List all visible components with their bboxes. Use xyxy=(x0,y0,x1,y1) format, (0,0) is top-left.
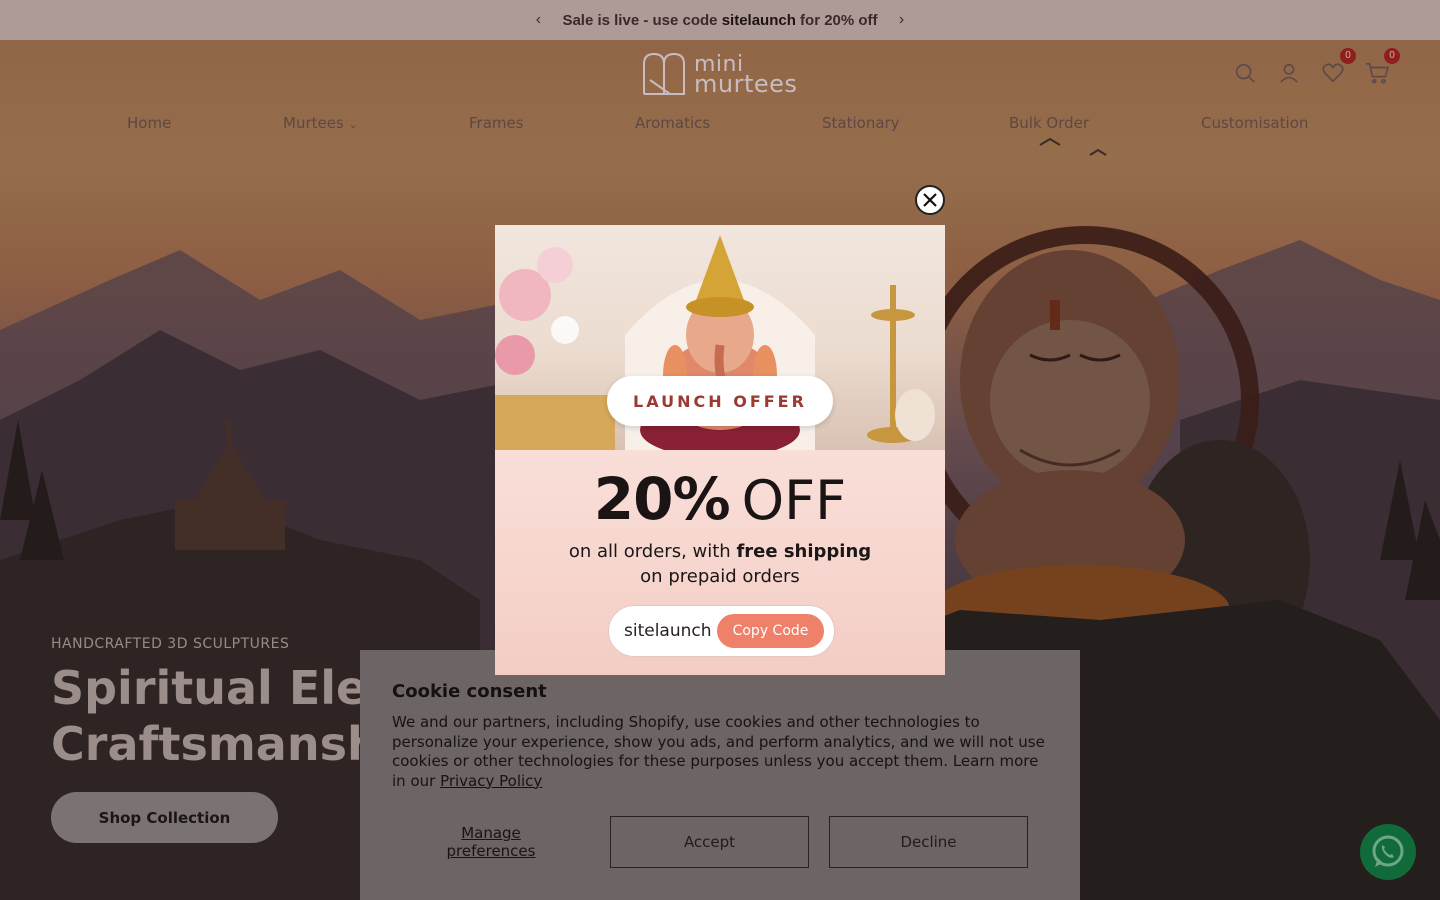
cart-icon xyxy=(1366,63,1389,84)
coupon-code-box: sitelaunch Copy Code xyxy=(608,605,835,657)
hero-eyebrow: HANDCRAFTED 3D SCULPTURES xyxy=(51,636,290,652)
announcement-text: Sale is live - use code sitelaunch for 2… xyxy=(562,11,878,29)
announcement-bar: ‹ Sale is live - use code sitelaunch for… xyxy=(0,0,1440,40)
brand-name-line2: murtees xyxy=(694,70,798,98)
whatsapp-icon xyxy=(1372,835,1404,867)
close-popup-button[interactable] xyxy=(915,185,945,215)
nav-item-stationary[interactable]: Stationary xyxy=(822,114,900,132)
cart-count-badge: 0 xyxy=(1384,48,1400,64)
nav-item-frames[interactable]: Frames xyxy=(469,114,524,132)
decline-button[interactable]: Decline xyxy=(829,816,1028,868)
wishlist-button[interactable]: 0 xyxy=(1320,48,1356,88)
header-actions: 0 0 xyxy=(1232,48,1400,88)
nav-item-customisation[interactable]: Customisation xyxy=(1201,114,1308,132)
chevron-down-icon: ⌄ xyxy=(348,118,358,131)
launch-offer-badge: LAUNCH OFFER xyxy=(607,376,833,426)
shop-collection-button[interactable]: Shop Collection xyxy=(51,792,278,843)
search-icon xyxy=(1235,63,1255,83)
accept-button[interactable]: Accept xyxy=(610,816,809,868)
cookie-title: Cookie consent xyxy=(392,681,547,702)
cart-button[interactable]: 0 xyxy=(1364,48,1400,88)
account-button[interactable] xyxy=(1276,58,1302,88)
chevron-left-icon[interactable]: ‹ xyxy=(518,11,558,29)
nav-item-murtees[interactable]: Murtees ⌄ xyxy=(283,114,358,132)
manage-preferences-link[interactable]: Manage preferences xyxy=(430,824,552,860)
nav-item-aromatics[interactable]: Aromatics xyxy=(635,114,710,132)
nav-item-murtees-label: Murtees xyxy=(283,114,344,132)
brand-logo[interactable]: mini murtees xyxy=(640,50,802,100)
heart-icon xyxy=(1322,63,1344,83)
free-shipping-text: free shipping xyxy=(736,541,872,562)
chevron-right-icon[interactable]: › xyxy=(882,11,922,29)
cookie-consent-banner: Cookie consent We and our partners, incl… xyxy=(360,650,1080,900)
offer-subtext-2: on prepaid orders xyxy=(640,566,800,587)
main-nav: Home Murtees ⌄ Frames Aromatics Stationa… xyxy=(0,114,1440,144)
copy-code-button[interactable]: Copy Code xyxy=(717,614,824,648)
coupon-code: sitelaunch xyxy=(624,621,712,641)
launch-offer-popup: LAUNCH OFFER 20% OFF on all orders, with … xyxy=(495,225,945,675)
site-header: mini murtees 0 0 Home Murtees ⌄ Frames A… xyxy=(0,40,1440,150)
user-icon xyxy=(1280,63,1298,83)
discount-headline: 20% OFF xyxy=(495,465,945,533)
wishlist-count-badge: 0 xyxy=(1340,48,1356,64)
discount-percent: 20% xyxy=(593,465,731,533)
privacy-policy-link[interactable]: Privacy Policy xyxy=(440,772,542,790)
nav-item-home[interactable]: Home xyxy=(127,114,171,132)
offer-subtext-1: on all orders, with free shipping xyxy=(568,541,872,562)
whatsapp-button[interactable] xyxy=(1360,824,1416,880)
ganesha-product-image: LAUNCH OFFER xyxy=(495,225,945,450)
cookie-body: We and our partners, including Shopify, … xyxy=(392,713,1045,790)
close-icon xyxy=(923,193,937,207)
nav-item-bulk-order[interactable]: Bulk Order xyxy=(1009,114,1089,132)
logo-mark-icon xyxy=(643,52,685,95)
announcement-code: sitelaunch xyxy=(721,11,796,29)
search-button[interactable] xyxy=(1232,58,1258,88)
discount-off: OFF xyxy=(741,469,847,532)
